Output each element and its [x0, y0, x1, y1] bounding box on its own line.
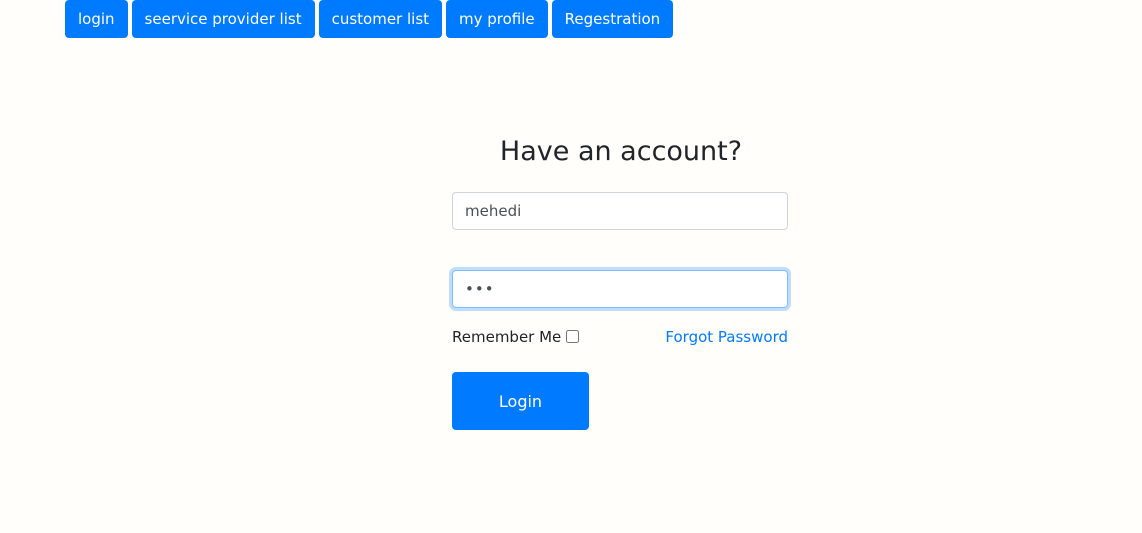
remember-me-checkbox[interactable]: [566, 329, 580, 343]
nav-my-profile-button[interactable]: my profile: [446, 0, 548, 38]
username-input[interactable]: [452, 192, 788, 230]
form-options-row: Remember Me Forgot Password: [452, 326, 788, 348]
forgot-password-link[interactable]: Forgot Password: [665, 328, 788, 346]
remember-me[interactable]: Remember Me: [452, 328, 580, 346]
form-title: Have an account?: [499, 136, 743, 167]
login-form: Have an account? Remember Me Forgot Pass…: [452, 130, 788, 430]
password-input[interactable]: [452, 270, 788, 308]
nav-service-provider-list-button[interactable]: seervice provider list: [131, 0, 315, 38]
nav-login-button[interactable]: login: [65, 0, 128, 38]
remember-me-label: Remember Me: [452, 328, 562, 346]
nav-customer-list-button[interactable]: customer list: [318, 0, 443, 38]
top-nav: login seervice provider list customer li…: [65, 0, 674, 38]
nav-registration-button[interactable]: Regestration: [551, 0, 674, 38]
login-submit-button[interactable]: Login: [452, 372, 589, 430]
